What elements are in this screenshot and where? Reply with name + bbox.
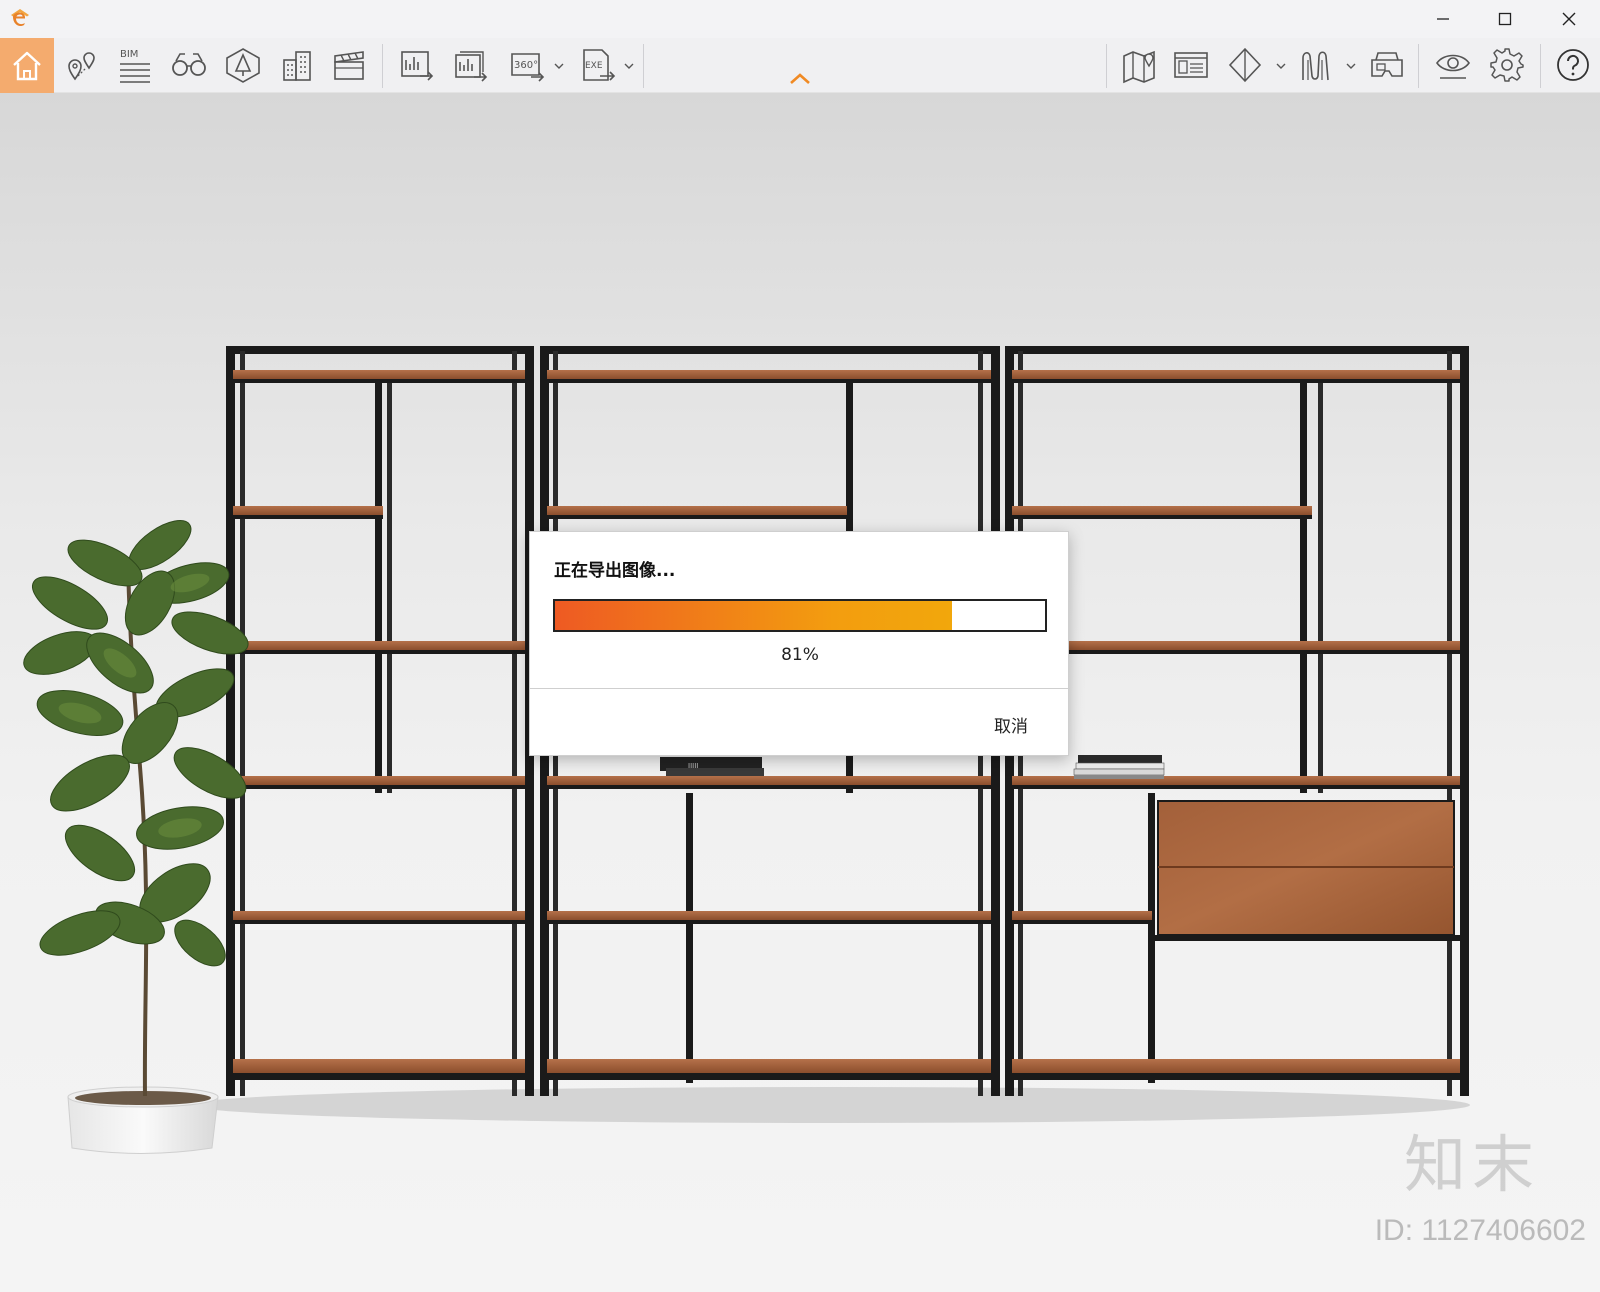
visibility-button[interactable] bbox=[1430, 42, 1476, 88]
dialog-divider bbox=[530, 688, 1070, 689]
progress-fill bbox=[555, 601, 952, 630]
panorama-360-icon: 360° bbox=[511, 53, 545, 82]
batch-export-button[interactable] bbox=[448, 42, 494, 88]
svg-text:IIIII: IIIII bbox=[688, 762, 698, 770]
chevron-down-icon[interactable] bbox=[553, 60, 565, 72]
export-exe-icon: EXE bbox=[583, 49, 616, 81]
home-icon bbox=[13, 51, 41, 80]
walkthrough-button[interactable] bbox=[166, 42, 212, 88]
cancel-button[interactable]: 取消 bbox=[994, 712, 1028, 737]
settings-icon bbox=[1490, 48, 1524, 82]
dialog-title: 正在导出图像... bbox=[554, 561, 676, 581]
minimize-icon bbox=[1437, 18, 1449, 20]
light-icon bbox=[226, 48, 260, 83]
close-icon bbox=[1562, 12, 1576, 26]
chevron-down-icon[interactable] bbox=[1345, 60, 1357, 72]
map-button[interactable] bbox=[1116, 42, 1162, 88]
maximize-icon bbox=[1498, 12, 1512, 26]
potted-plant bbox=[23, 520, 249, 1154]
toolbar-separator bbox=[1106, 44, 1107, 88]
collapse-toolbar-chevron-up-icon[interactable] bbox=[788, 70, 812, 88]
bim-button[interactable]: BIM bbox=[112, 42, 158, 88]
buildings-icon bbox=[283, 51, 311, 81]
panorama-360-button[interactable]: 360° bbox=[505, 42, 551, 88]
main-toolbar: BIM 360° EXE bbox=[0, 38, 1600, 93]
cube-view-button[interactable] bbox=[1222, 42, 1268, 88]
chevron-down-icon[interactable] bbox=[623, 60, 635, 72]
toolbar-separator bbox=[643, 44, 644, 88]
close-button[interactable] bbox=[1538, 0, 1600, 38]
chevron-down-icon[interactable] bbox=[1275, 60, 1287, 72]
cube-icon bbox=[1228, 47, 1262, 83]
svg-text:EXE: EXE bbox=[585, 61, 603, 71]
batch-export-icon bbox=[455, 51, 488, 82]
toolbar-separator bbox=[1418, 44, 1419, 88]
eye-icon bbox=[1436, 54, 1470, 79]
bim-icon: BIM bbox=[120, 49, 150, 83]
home-button[interactable] bbox=[0, 38, 54, 93]
maximize-button[interactable] bbox=[1474, 0, 1536, 38]
buildings-button[interactable] bbox=[274, 42, 320, 88]
minimize-button[interactable] bbox=[1412, 0, 1474, 38]
path-tool-button[interactable] bbox=[1294, 42, 1340, 88]
app-logo-icon bbox=[11, 9, 29, 27]
vr-headset-icon bbox=[1371, 52, 1403, 77]
annotation-tool-button[interactable] bbox=[60, 42, 106, 88]
vr-button[interactable] bbox=[1364, 42, 1410, 88]
shelf-unit-left bbox=[226, 346, 534, 1096]
toolbar-separator bbox=[1540, 44, 1541, 88]
binoculars-icon bbox=[172, 53, 206, 76]
location-pins-icon bbox=[68, 52, 95, 81]
clapperboard-icon bbox=[334, 51, 364, 80]
export-image-button[interactable] bbox=[394, 42, 440, 88]
watermark-logo: 知末 bbox=[1403, 1128, 1540, 1201]
animation-button[interactable] bbox=[326, 42, 372, 88]
svg-text:BIM: BIM bbox=[120, 49, 138, 60]
help-icon bbox=[1557, 49, 1589, 81]
toolbar-separator bbox=[382, 44, 383, 88]
progress-percent: 81% bbox=[781, 645, 819, 665]
shelf-unit-right bbox=[1005, 346, 1469, 1096]
title-bar bbox=[0, 0, 1600, 38]
export-progress-dialog: 正在导出图像... 81% 取消 bbox=[529, 531, 1070, 756]
lighting-button[interactable] bbox=[220, 42, 266, 88]
export-progress-bar bbox=[553, 599, 1047, 632]
app-window: { "window": { "controls": ["minimize", "… bbox=[0, 0, 1600, 1292]
map-icon bbox=[1123, 50, 1155, 84]
watermark-id: ID: 1127406602 bbox=[1374, 1214, 1586, 1247]
stroke-path-icon bbox=[1302, 51, 1329, 81]
svg-text:360°: 360° bbox=[514, 60, 538, 71]
export-exe-button[interactable]: EXE bbox=[576, 42, 622, 88]
settings-button[interactable] bbox=[1484, 42, 1530, 88]
export-image-icon bbox=[401, 51, 434, 81]
help-button[interactable] bbox=[1550, 42, 1596, 88]
screen-button[interactable] bbox=[1168, 42, 1214, 88]
screen-icon bbox=[1174, 52, 1208, 78]
